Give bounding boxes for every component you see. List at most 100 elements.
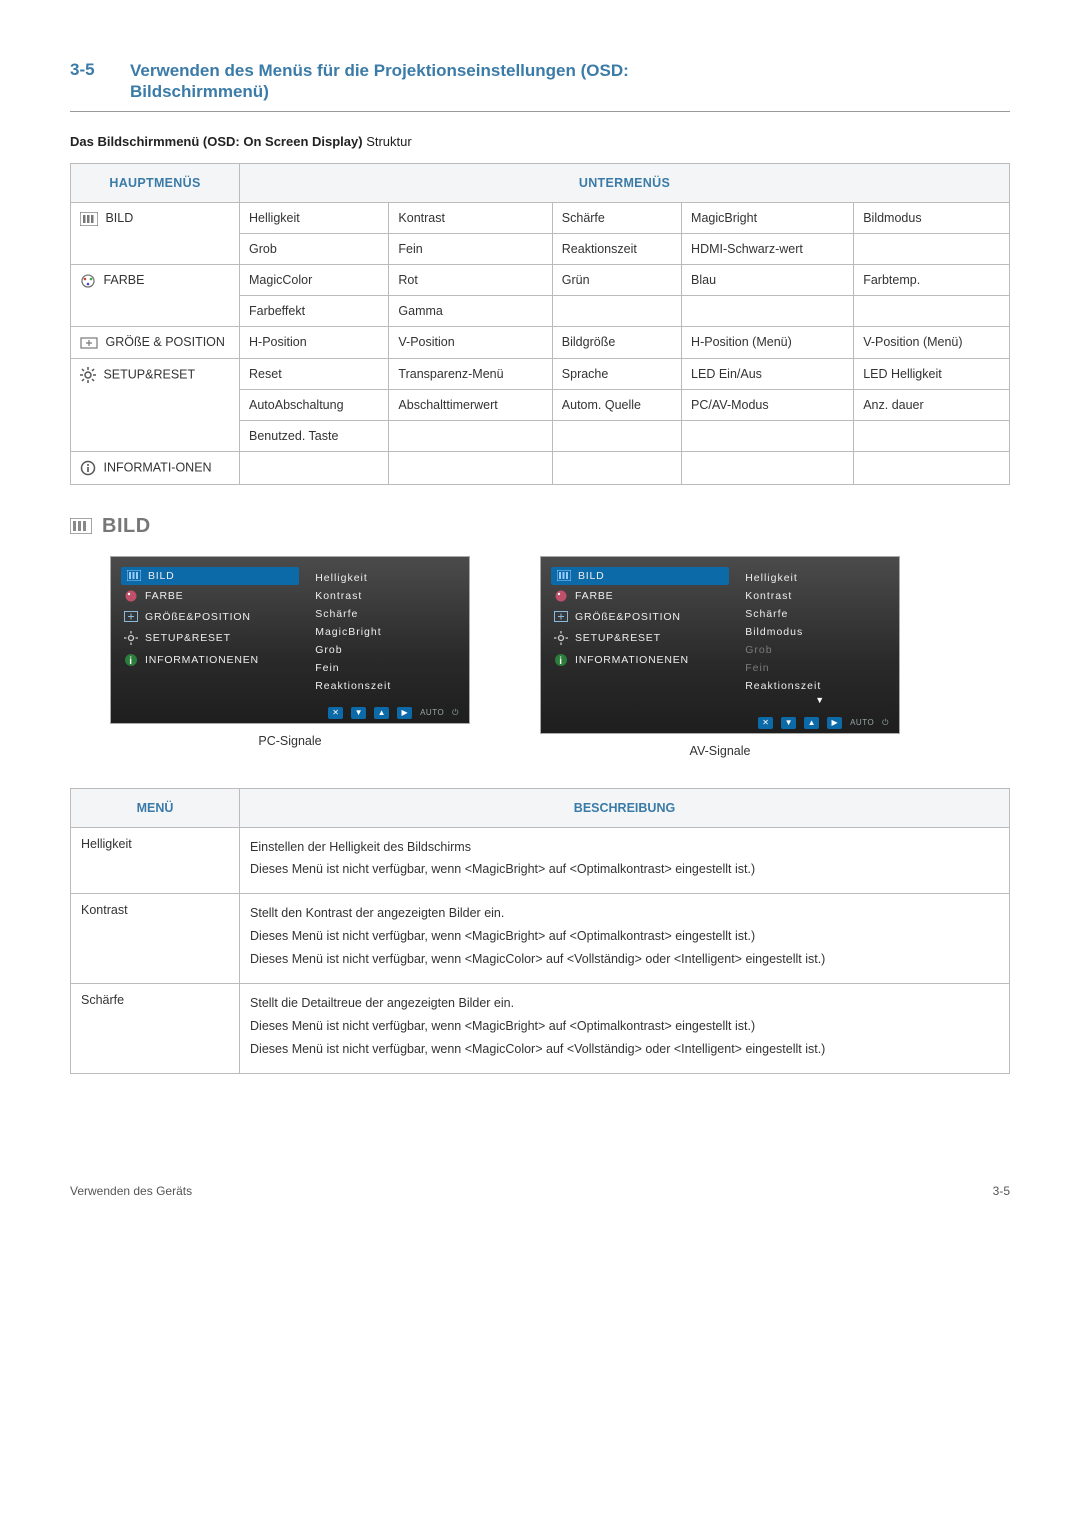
submenu-cell (854, 420, 1010, 451)
submenu-cell: Rot (389, 264, 552, 295)
submenu-cell: LED Helligkeit (854, 358, 1010, 389)
osd-av-block: BILDFARBEGRÖßE&POSITIONSETUP&RESETiINFOR… (540, 556, 900, 758)
submenu-cell (389, 451, 552, 484)
svg-text:i: i (559, 656, 563, 667)
up-icon: ▲ (374, 707, 389, 719)
osd-sub-item: Grob (743, 641, 889, 659)
osd-menu-item: FARBE (551, 585, 729, 607)
submenu-cell: V-Position (389, 326, 552, 358)
osd-menu-item: FARBE (121, 585, 299, 607)
osd-pc-block: BILDFARBEGRÖßE&POSITIONSETUP&RESETiINFOR… (110, 556, 470, 758)
enter-icon: ▶ (827, 717, 842, 729)
submenu-cell (240, 451, 389, 484)
section-title: Verwenden des Menüs für die Projektionse… (130, 60, 629, 103)
submenu-cell: V-Position (Menü) (854, 326, 1010, 358)
main-menu-cell: INFORMATI-ONEN (71, 451, 240, 484)
submenu-cell: MagicColor (240, 264, 389, 295)
osd-menu-item: GRÖßE&POSITION (551, 607, 729, 627)
osd-menu-item: BILD (551, 567, 729, 585)
main-menu-cell: GRÖßE & POSITION (71, 326, 240, 358)
submenu-cell (682, 295, 854, 326)
osd-sub-item: Kontrast (313, 587, 459, 605)
power-icon: ⏻ (882, 718, 889, 728)
submenu-cell: Fein (389, 233, 552, 264)
osd-sub-item: Helligkeit (313, 569, 459, 587)
osd-menu-item: GRÖßE&POSITION (121, 607, 299, 627)
desc-menu-name: Schärfe (71, 983, 240, 1073)
submenu-cell: Bildmodus (854, 202, 1010, 233)
osd-sub-item: Schärfe (743, 605, 889, 623)
picture-icon (70, 518, 92, 535)
desc-text: Stellt den Kontrast der angezeigten Bild… (240, 894, 1010, 984)
submenu-cell: Sprache (552, 358, 681, 389)
osd-menu-item: SETUP&RESET (551, 627, 729, 649)
osd-menu-item: iINFORMATIONENEN (121, 649, 299, 671)
color-icon (554, 589, 568, 603)
submenu-cell (552, 420, 681, 451)
section-heading: 3-5 Verwenden des Menüs für die Projekti… (70, 60, 1010, 112)
footer-left: Verwenden des Geräts (70, 1184, 192, 1198)
osd-sub-item: Fein (743, 659, 889, 677)
size-icon (80, 335, 98, 350)
submenu-cell: PC/AV-Modus (682, 389, 854, 420)
submenu-cell: Reset (240, 358, 389, 389)
picture-icon (127, 570, 141, 582)
main-menu-cell: SETUP&RESET (71, 358, 240, 451)
gear-icon (80, 367, 96, 383)
gear-icon (124, 631, 138, 645)
submenu-cell (389, 420, 552, 451)
th-menu: MENÜ (71, 788, 240, 827)
footer-right: 3-5 (993, 1184, 1010, 1198)
submenu-cell (854, 233, 1010, 264)
gear-icon (554, 631, 568, 645)
submenu-cell: Anz. dauer (854, 389, 1010, 420)
submenu-cell: Bildgröße (552, 326, 681, 358)
th-beschreibung: BESCHREIBUNG (240, 788, 1010, 827)
main-menu-cell: FARBE (71, 264, 240, 326)
submenu-cell: Schärfe (552, 202, 681, 233)
auto-label: AUTO (420, 708, 444, 717)
structure-subheading: Das Bildschirmmenü (OSD: On Screen Displ… (70, 134, 1010, 149)
up-icon: ▲ (804, 717, 819, 729)
th-hauptmenus: HAUPTMENÜS (71, 163, 240, 202)
submenu-cell: Grob (240, 233, 389, 264)
submenu-cell: HDMI-Schwarz-wert (682, 233, 854, 264)
close-icon: ✕ (328, 707, 343, 719)
section-number: 3-5 (70, 60, 130, 103)
color-icon (124, 589, 138, 603)
osd-menu-item: BILD (121, 567, 299, 585)
page-footer: Verwenden des Geräts 3-5 (70, 1184, 1010, 1198)
submenu-cell: Helligkeit (240, 202, 389, 233)
osd-sub-item: Reaktionszeit (743, 677, 889, 695)
osd-sub-item: Schärfe (313, 605, 459, 623)
desc-text: Einstellen der Helligkeit des Bildschirm… (240, 827, 1010, 894)
size-icon (124, 611, 138, 623)
desc-menu-name: Kontrast (71, 894, 240, 984)
caption-pc: PC-Signale (110, 734, 470, 748)
submenu-cell: Benutzed. Taste (240, 420, 389, 451)
submenu-cell (682, 420, 854, 451)
osd-menu-item: SETUP&RESET (121, 627, 299, 649)
submenu-cell (552, 451, 681, 484)
submenu-cell: LED Ein/Aus (682, 358, 854, 389)
osd-menu-item: iINFORMATIONENEN (551, 649, 729, 671)
osd-footer: ✕ ▼ ▲ ▶ AUTO ⏻ (551, 713, 889, 729)
osd-av: BILDFARBEGRÖßE&POSITIONSETUP&RESETiINFOR… (540, 556, 900, 734)
submenu-cell (682, 451, 854, 484)
picture-icon (80, 211, 98, 226)
submenu-cell: H-Position (Menü) (682, 326, 854, 358)
osd-sub-item: Grob (313, 641, 459, 659)
description-table: MENÜ BESCHREIBUNG HelligkeitEinstellen d… (70, 788, 1010, 1074)
osd-pc: BILDFARBEGRÖßE&POSITIONSETUP&RESETiINFOR… (110, 556, 470, 724)
main-menu-cell: BILD (71, 202, 240, 264)
info-icon: i (124, 653, 138, 667)
color-icon (80, 273, 96, 288)
osd-sub-item: Helligkeit (743, 569, 889, 587)
desc-text: Stellt die Detailtreue der angezeigten B… (240, 983, 1010, 1073)
info-icon (80, 460, 96, 476)
submenu-cell: Grün (552, 264, 681, 295)
close-icon: ✕ (758, 717, 773, 729)
osd-sub-item: Reaktionszeit (313, 677, 459, 695)
submenu-cell: Kontrast (389, 202, 552, 233)
desc-menu-name: Helligkeit (71, 827, 240, 894)
